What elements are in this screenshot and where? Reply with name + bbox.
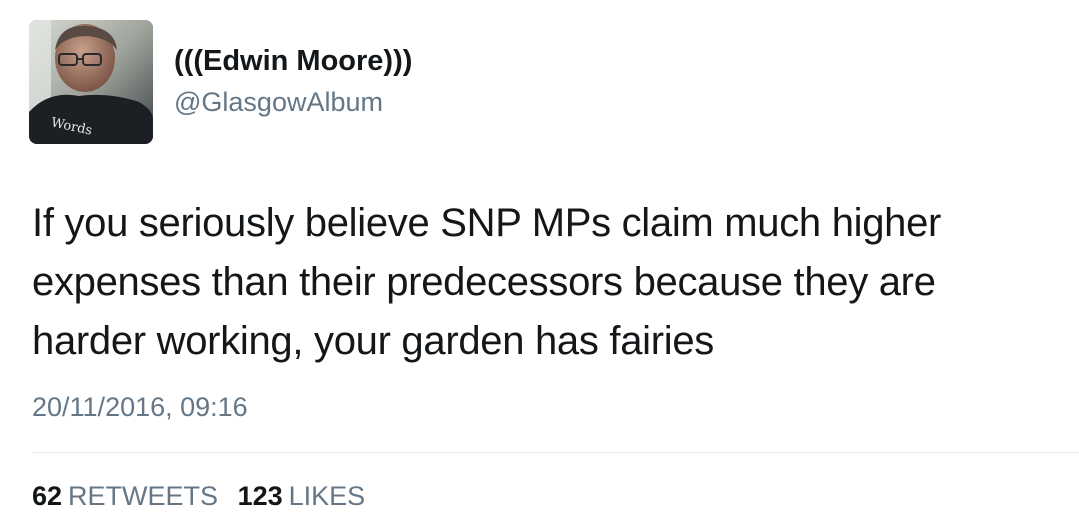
retweets-label: RETWEETS [68, 481, 219, 511]
author-display-name[interactable]: (((Edwin Moore))) [174, 44, 412, 78]
tweet-text-line: harder working, your garden has fairies [32, 319, 714, 363]
author-handle[interactable]: @GlasgowAlbum [174, 86, 383, 118]
likes-label: LIKES [288, 481, 366, 511]
tweet-stats: 62 RETWEETS 123 LIKES [32, 478, 377, 514]
retweets-stat[interactable]: 62 RETWEETS [32, 478, 218, 514]
tweet-text-line: expenses than their predecessors because… [32, 260, 936, 304]
avatar-photo: Words [29, 20, 153, 144]
likes-stat[interactable]: 123 LIKES [238, 478, 366, 514]
divider [32, 452, 1079, 453]
tweet-text: If you seriously believe SNP MPs claim m… [32, 194, 1052, 371]
tweet-timestamp[interactable]: 20/11/2016, 09:16 [32, 390, 248, 424]
likes-count: 123 [237, 481, 283, 511]
tweet-text-line: If you seriously believe SNP MPs claim m… [32, 201, 942, 245]
retweets-count: 62 [32, 481, 63, 511]
avatar[interactable]: Words [29, 20, 153, 144]
